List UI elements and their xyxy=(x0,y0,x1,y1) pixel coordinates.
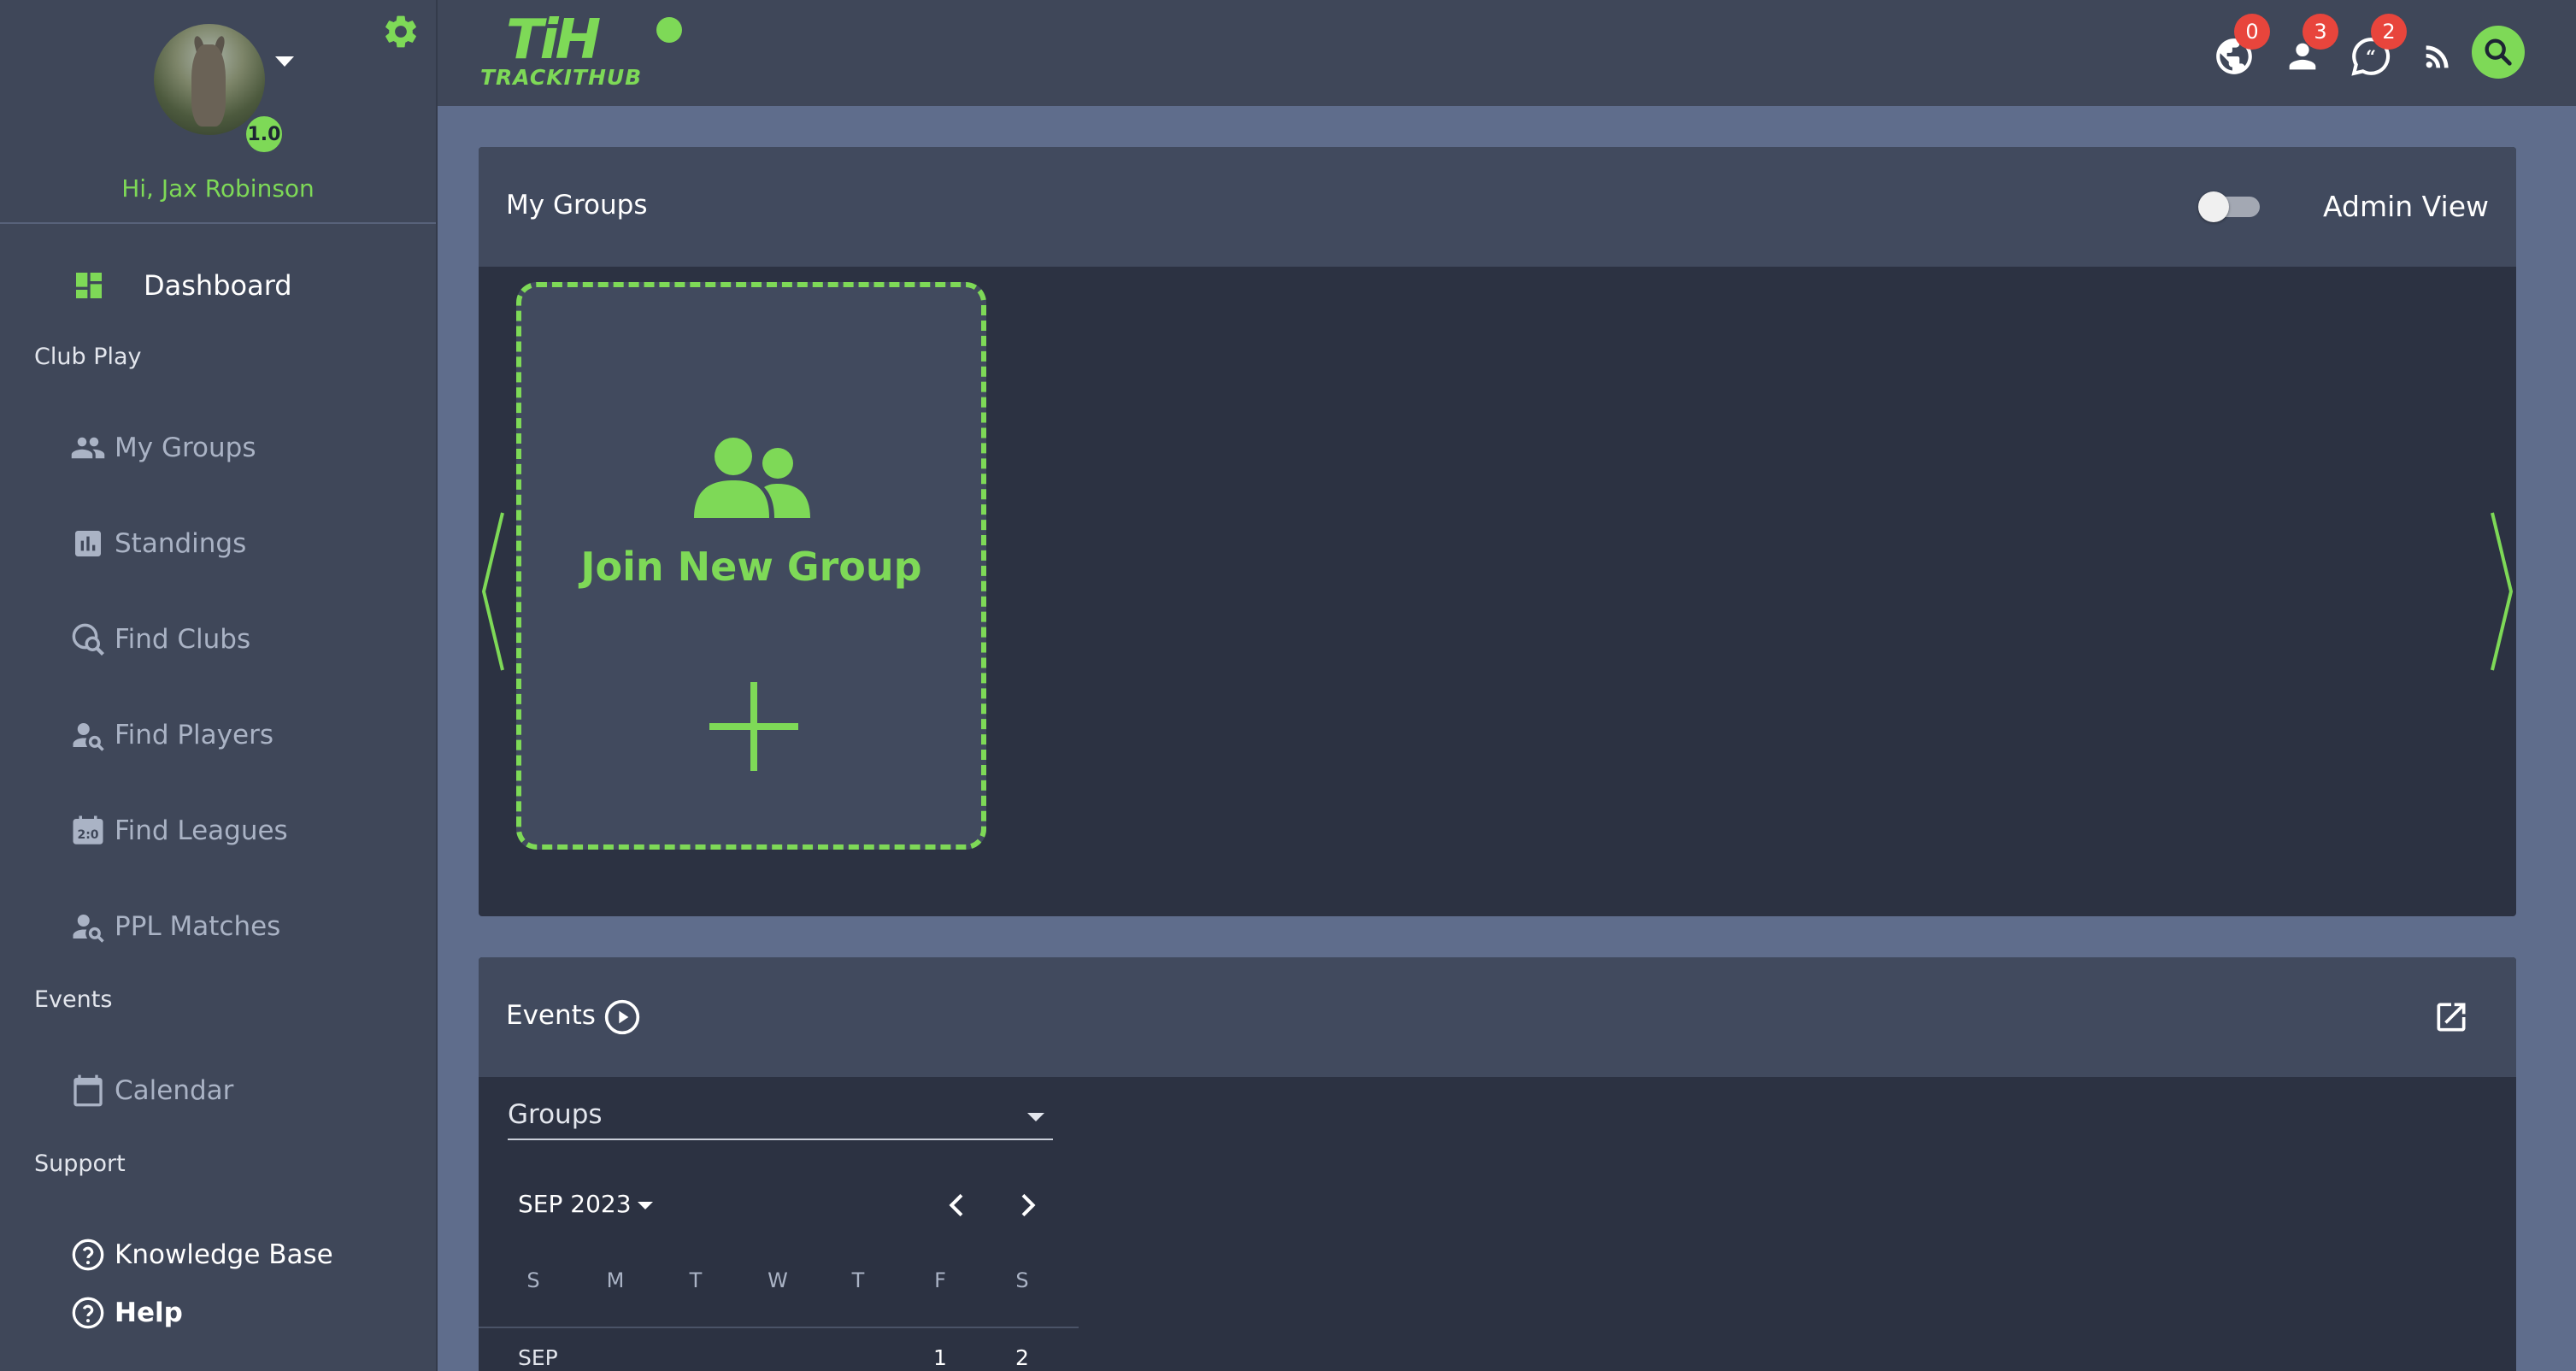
sidebar-item-label: Help xyxy=(115,1297,183,1328)
sidebar-item-standings[interactable]: Standings xyxy=(70,525,246,562)
my-groups-header: My Groups Admin View xyxy=(479,147,2516,267)
group-icon xyxy=(694,438,810,518)
pickleball-icon xyxy=(656,17,682,43)
events-header: Events xyxy=(479,957,2516,1077)
card-title: My Groups xyxy=(506,190,648,221)
find-leagues-icon: 2:0 xyxy=(70,813,106,849)
weekday-label: T xyxy=(851,1268,865,1292)
search-button[interactable] xyxy=(2472,26,2525,79)
rating-badge: 1.0 xyxy=(243,113,285,156)
chat-notification-button[interactable]: “ 2 xyxy=(2345,14,2407,82)
weekday-header-row: S M T W T F S xyxy=(479,1268,1079,1328)
sidebar-item-knowledge-base[interactable]: Knowledge Base xyxy=(70,1236,333,1274)
events-card: Events Groups SEP 2023 S M T W T F S SEP… xyxy=(479,957,2516,1371)
calendar-day[interactable]: 1 xyxy=(923,1345,957,1370)
sidebar-item-find-leagues[interactable]: 2:0 Find Leagues xyxy=(70,812,288,850)
join-new-group-label: Join New Group xyxy=(580,544,922,590)
weekday-label: S xyxy=(1015,1268,1029,1292)
admin-view-toggle[interactable] xyxy=(2198,191,2260,222)
chevron-down-icon xyxy=(1027,1113,1044,1121)
svg-text:“: “ xyxy=(2366,45,2376,67)
play-circle-icon[interactable] xyxy=(603,998,641,1036)
weekday-label: S xyxy=(526,1268,540,1292)
weekday-label: W xyxy=(768,1268,788,1292)
chevron-down-icon[interactable] xyxy=(638,1202,653,1209)
logo-wordmark: TRACKITHUB xyxy=(480,65,643,90)
dashboard-icon xyxy=(76,273,102,298)
sidebar-item-label: Standings xyxy=(115,528,247,559)
sidebar-item-ppl-matches[interactable]: PPL Matches xyxy=(70,908,280,945)
sidebar-item-label: Dashboard xyxy=(144,269,292,302)
carousel-prev-arrow[interactable] xyxy=(479,506,508,677)
calendar-month-row-label: SEP xyxy=(518,1345,558,1370)
section-label-events: Events xyxy=(34,986,113,1013)
sidebar-item-label: Calendar xyxy=(115,1075,234,1106)
carousel-next-arrow[interactable] xyxy=(2487,506,2516,677)
logo-mark: TiH xyxy=(506,9,601,72)
logo[interactable]: TiH TRACKITHUB xyxy=(472,9,682,94)
ppl-matches-icon xyxy=(70,909,106,944)
find-clubs-icon xyxy=(70,621,106,657)
sidebar: 1.0 Hi, Jax Robinson Dashboard Club Play… xyxy=(0,0,438,1371)
search-icon xyxy=(2485,38,2512,66)
user-greeting: Hi, Jax Robinson xyxy=(121,174,315,203)
sidebar-item-label: Find Leagues xyxy=(115,815,288,846)
calendar-icon xyxy=(70,1073,106,1109)
find-players-icon xyxy=(70,717,106,753)
sidebar-item-label: Find Players xyxy=(115,720,273,750)
my-groups-card: My Groups Admin View Join New Group xyxy=(479,147,2516,916)
sidebar-item-help[interactable]: Help xyxy=(70,1294,183,1332)
notification-badge: 2 xyxy=(2371,14,2407,50)
sidebar-item-label: Knowledge Base xyxy=(115,1239,333,1270)
sidebar-item-find-players[interactable]: Find Players xyxy=(70,716,273,754)
top-bar: TiH TRACKITHUB 0 3 “ 2 xyxy=(438,0,2576,106)
help-circle-icon xyxy=(70,1295,106,1331)
chevron-right-icon[interactable] xyxy=(1010,1188,1044,1222)
help-circle-icon xyxy=(70,1237,106,1273)
calendar-month-label[interactable]: SEP 2023 xyxy=(518,1190,632,1218)
join-new-group-card[interactable]: Join New Group xyxy=(516,282,986,850)
groups-icon xyxy=(70,430,106,466)
person-notification-button[interactable]: 3 xyxy=(2277,14,2338,82)
sidebar-item-dashboard[interactable]: Dashboard xyxy=(72,267,292,304)
weekday-label: F xyxy=(934,1268,946,1292)
notification-badge: 3 xyxy=(2303,14,2338,50)
groups-select[interactable]: Groups xyxy=(508,1096,1053,1140)
sidebar-item-label: Find Clubs xyxy=(115,624,251,655)
section-label-support: Support xyxy=(34,1150,126,1177)
sidebar-item-label: PPL Matches xyxy=(115,911,281,942)
section-label-club-play: Club Play xyxy=(34,344,142,370)
standings-icon xyxy=(70,526,106,562)
admin-view-label: Admin View xyxy=(2323,190,2489,223)
weekday-label: T xyxy=(689,1268,703,1292)
gear-icon[interactable] xyxy=(381,12,421,51)
globe-notification-button[interactable]: 0 xyxy=(2208,14,2270,82)
weekday-label: M xyxy=(606,1268,625,1292)
plus-icon xyxy=(709,682,798,771)
sidebar-item-label: My Groups xyxy=(115,432,256,463)
sidebar-item-find-clubs[interactable]: Find Clubs xyxy=(70,621,250,658)
svg-text:2:0: 2:0 xyxy=(77,828,98,842)
card-title: Events xyxy=(506,1000,596,1031)
groups-select-value: Groups xyxy=(508,1099,603,1130)
sidebar-item-my-groups[interactable]: My Groups xyxy=(70,429,256,467)
profile-section: 1.0 Hi, Jax Robinson xyxy=(0,0,436,224)
notification-badge: 0 xyxy=(2234,14,2270,50)
calendar-day[interactable]: 2 xyxy=(1005,1345,1039,1370)
rss-feed-button[interactable] xyxy=(2412,31,2463,82)
chevron-left-icon[interactable] xyxy=(940,1188,974,1222)
rss-icon xyxy=(2426,45,2449,68)
sidebar-item-calendar[interactable]: Calendar xyxy=(70,1072,233,1109)
chevron-down-icon[interactable] xyxy=(275,56,294,67)
open-in-new-icon[interactable] xyxy=(2432,998,2470,1036)
